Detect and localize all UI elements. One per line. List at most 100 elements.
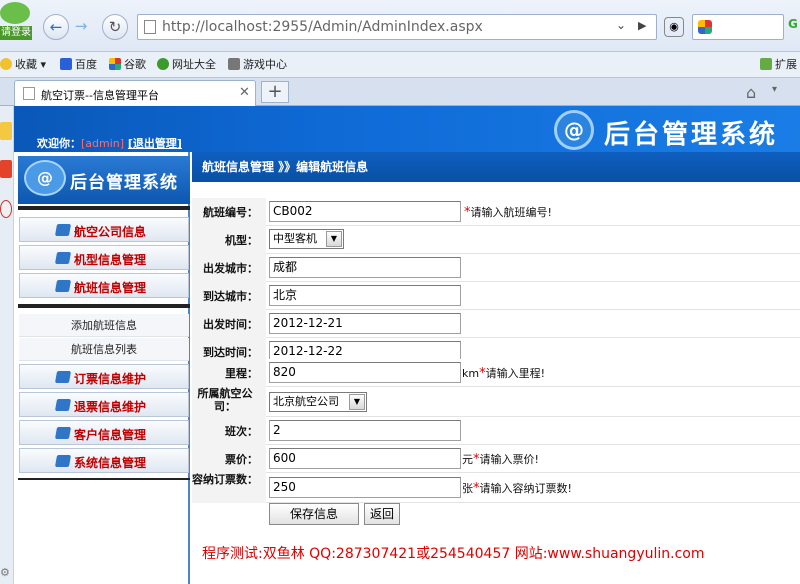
airline-select[interactable]: 北京航空公司 ▼ bbox=[269, 392, 367, 412]
row-arrive-city: 到达城市： 北京 bbox=[192, 282, 800, 310]
unit-label: 张 bbox=[462, 482, 473, 495]
depart-time-input[interactable]: 2012-12-21 bbox=[269, 313, 461, 334]
price-input[interactable]: 600 bbox=[269, 448, 461, 469]
sidebar-item-label: 航空公司信息 bbox=[74, 225, 147, 239]
row-mileage: 里程： 820 km*请输入里程! bbox=[192, 359, 800, 387]
username: [admin] bbox=[81, 137, 125, 150]
login-label[interactable]: 请登录 bbox=[0, 26, 32, 40]
address-bar[interactable]: http://localhost:2955/Admin/AdminIndex.a… bbox=[137, 14, 657, 40]
forward-icon[interactable]: → bbox=[68, 14, 94, 40]
close-icon[interactable]: ✕ bbox=[239, 85, 250, 100]
chevron-down-icon[interactable]: ▼ bbox=[349, 394, 365, 410]
model-value: 中型客机 bbox=[273, 232, 317, 245]
flight-no-hint: *请输入航班编号! bbox=[464, 204, 552, 220]
back-icon[interactable]: ← bbox=[43, 14, 69, 40]
bookmark-games[interactable]: 游戏中心 bbox=[228, 56, 287, 74]
hint-text: 请输入票价! bbox=[479, 453, 539, 466]
search-go-icon[interactable]: G bbox=[788, 17, 800, 35]
menu-icon bbox=[54, 399, 72, 411]
hint-text: 请输入航班编号! bbox=[470, 206, 552, 219]
depart-time-label: 出发时间： bbox=[203, 318, 258, 331]
save-button[interactable]: 保存信息 bbox=[269, 503, 359, 525]
unit-label: 元 bbox=[462, 453, 473, 466]
go-arrow-icon[interactable]: ▶ bbox=[638, 19, 646, 32]
sidebar-item-model[interactable]: 机型信息管理 bbox=[19, 245, 189, 270]
refresh-icon[interactable]: ↻ bbox=[102, 14, 128, 40]
home-icon[interactable]: ⌂ bbox=[746, 83, 756, 102]
new-tab-button[interactable]: + bbox=[261, 81, 289, 103]
extensions-button[interactable]: 扩展 bbox=[760, 56, 797, 74]
sidebar-item-airline[interactable]: 航空公司信息 bbox=[19, 217, 189, 242]
google-icon bbox=[109, 58, 121, 70]
sidebar-item-label: 客户信息管理 bbox=[74, 428, 147, 442]
bookmark-baidu[interactable]: 百度 bbox=[60, 56, 97, 74]
bookmark-hao[interactable]: 网址大全 bbox=[157, 56, 216, 74]
sidebar-item-label: 机型信息管理 bbox=[74, 253, 147, 267]
divider bbox=[18, 478, 190, 480]
arrive-city-input[interactable]: 北京 bbox=[269, 285, 461, 306]
footer-credits: 程序测试:双鱼林 QQ:287307421或254540457 网站:www.s… bbox=[202, 546, 705, 562]
flight-no-input[interactable]: CB002 bbox=[269, 201, 461, 222]
weibo-icon[interactable] bbox=[0, 160, 12, 178]
page-icon bbox=[144, 20, 156, 34]
url-text[interactable]: http://localhost:2955/Admin/AdminIndex.a… bbox=[162, 19, 483, 35]
row-capacity: 容纳订票数： 250 张*请输入容纳订票数! bbox=[192, 473, 800, 503]
sidebar-item-label: 订票信息维护 bbox=[74, 372, 147, 386]
tab-title: 航空订票--信息管理平台 bbox=[41, 89, 159, 102]
capacity-label: 容纳订票数： bbox=[192, 473, 258, 486]
sidebar-item-refund[interactable]: 退票信息维护 bbox=[19, 392, 189, 417]
bookmark-google[interactable]: 谷歌 bbox=[109, 56, 146, 74]
sidebar-subitem-add-flight[interactable]: 添加航班信息 bbox=[19, 314, 189, 337]
hao-icon bbox=[157, 58, 169, 70]
row-depart-time: 出发时间： 2012-12-21 bbox=[192, 310, 800, 338]
menu-icon bbox=[54, 427, 72, 439]
sidebar-title: 后台管理系统 bbox=[70, 173, 178, 193]
hint-text: 请输入容纳订票数! bbox=[479, 482, 572, 495]
row-shift: 班次： 2 bbox=[192, 417, 800, 445]
sidebar-item-label: 航班信息管理 bbox=[74, 281, 147, 295]
sidebar-item-booking[interactable]: 订票信息维护 bbox=[19, 364, 189, 389]
breadcrumb: 航班信息管理 》》编辑航班信息 bbox=[192, 152, 800, 182]
search-engine-box[interactable] bbox=[692, 14, 784, 40]
divider bbox=[18, 304, 190, 308]
capacity-hint: 张*请输入容纳订票数! bbox=[462, 480, 572, 496]
shift-input[interactable]: 2 bbox=[269, 420, 461, 441]
back-button[interactable]: 返回 bbox=[364, 503, 400, 525]
tab-active[interactable]: 航空订票--信息管理平台 ✕ bbox=[14, 80, 256, 106]
puzzle-icon bbox=[760, 58, 772, 70]
dropdown-chevron-icon[interactable]: ⌄ bbox=[616, 18, 626, 32]
page-icon bbox=[23, 87, 35, 100]
chevron-down-icon[interactable]: ▼ bbox=[326, 231, 342, 247]
bookmark-label: 网址大全 bbox=[172, 58, 216, 71]
capacity-input[interactable]: 250 bbox=[269, 477, 461, 498]
settings-gear-icon[interactable]: ⚙ bbox=[0, 566, 12, 579]
sidebar-item-customer[interactable]: 客户信息管理 bbox=[19, 420, 189, 445]
sidebar-logo-icon: @ bbox=[24, 160, 66, 196]
home-dropdown-icon[interactable]: ▾ bbox=[772, 84, 777, 95]
sidebar-subitem-flight-list[interactable]: 航班信息列表 bbox=[19, 338, 189, 361]
welcome-label: 欢迎你： bbox=[37, 137, 81, 150]
mileage-input[interactable]: 820 bbox=[269, 362, 461, 383]
bookmark-label: 游戏中心 bbox=[243, 58, 287, 71]
favorites-menu[interactable]: 收藏 ▾ bbox=[0, 56, 46, 74]
sidebar-item-system[interactable]: 系统信息管理 bbox=[19, 448, 189, 473]
logout-link[interactable]: [退出管理] bbox=[128, 137, 182, 150]
menu-icon bbox=[54, 280, 72, 292]
arrive-city-label: 到达城市： bbox=[203, 290, 258, 303]
depart-city-input[interactable]: 成都 bbox=[269, 257, 461, 278]
google-icon[interactable] bbox=[698, 20, 712, 34]
menu-icon bbox=[54, 252, 72, 264]
sidebar-item-label: 系统信息管理 bbox=[74, 456, 147, 470]
mail-icon[interactable] bbox=[0, 200, 12, 218]
user-avatar-icon[interactable] bbox=[0, 2, 30, 24]
shield-icon[interactable]: ◉ bbox=[664, 17, 684, 37]
model-label: 机型： bbox=[225, 234, 258, 247]
arrive-time-label: 到达时间： bbox=[203, 346, 258, 359]
flight-no-label: 航班编号： bbox=[203, 206, 258, 219]
bookmark-label: 百度 bbox=[75, 58, 97, 71]
row-model: 机型： 中型客机 ▼ bbox=[192, 226, 800, 254]
model-select[interactable]: 中型客机 ▼ bbox=[269, 229, 344, 249]
sidebar-item-flight[interactable]: 航班信息管理 bbox=[19, 273, 189, 298]
star-icon[interactable] bbox=[0, 122, 12, 140]
row-flight-no: 航班编号： CB002 *请输入航班编号! bbox=[192, 198, 800, 226]
